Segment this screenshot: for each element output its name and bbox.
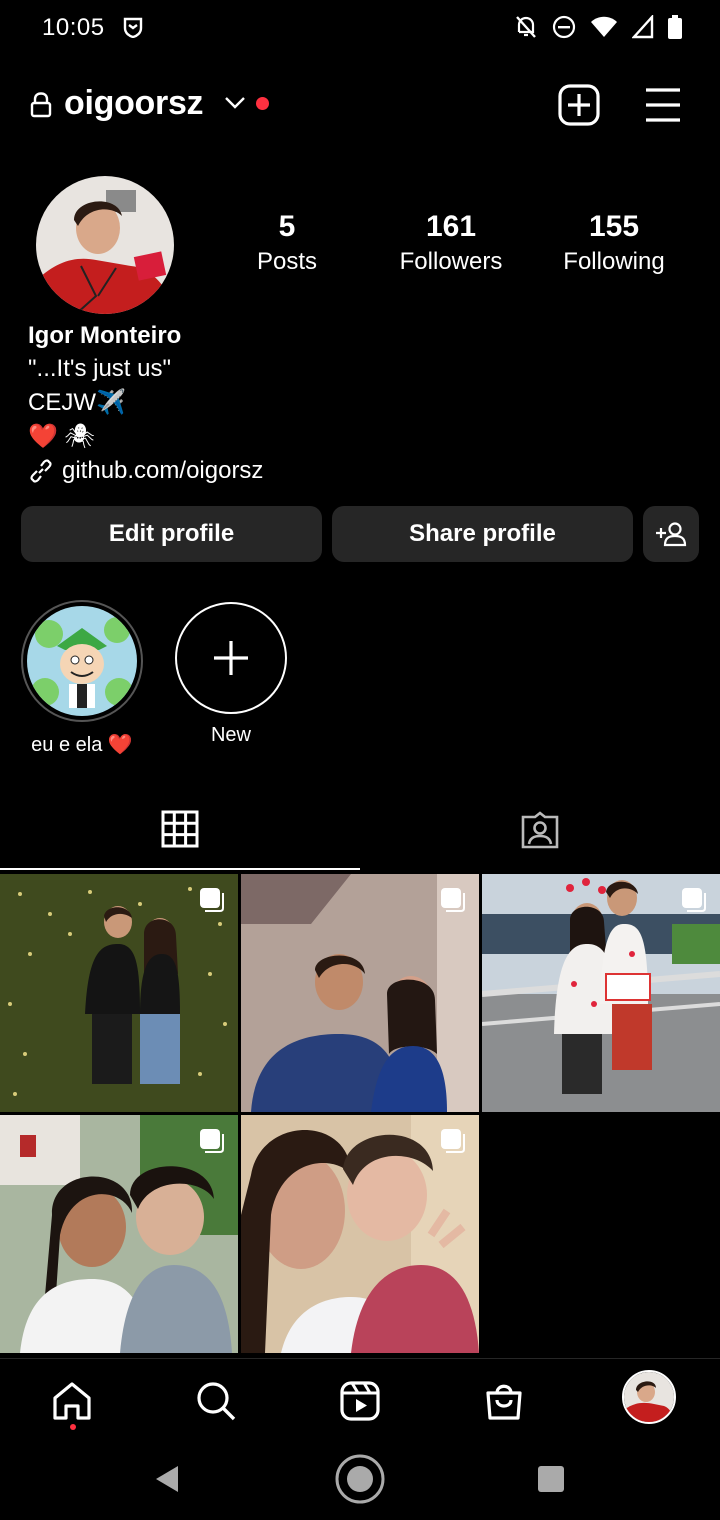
- menu-icon[interactable]: [642, 86, 684, 124]
- signal-icon: [632, 15, 654, 39]
- profile-avatar[interactable]: [36, 176, 174, 314]
- tab-posts-grid[interactable]: [0, 790, 360, 870]
- search-icon: [197, 1382, 236, 1421]
- followers-count[interactable]: 161 Followers: [371, 210, 531, 276]
- profile-link[interactable]: github.com/oigorsz: [28, 454, 688, 488]
- profile-header: oigoorsz: [0, 72, 720, 136]
- account-username[interactable]: oigoorsz: [64, 84, 204, 123]
- status-time: 10:05: [42, 14, 105, 41]
- following-count-label: Following: [563, 248, 665, 275]
- new-highlight[interactable]: New: [169, 600, 293, 747]
- new-highlight-ring: [175, 602, 287, 714]
- post-thumbnail[interactable]: [482, 874, 720, 1112]
- posts-count[interactable]: 5 Posts: [207, 210, 367, 276]
- battery-icon: [668, 15, 682, 39]
- discover-people-button[interactable]: [643, 506, 699, 562]
- notification-dot: [256, 97, 269, 110]
- following-count-value: 155: [588, 210, 640, 243]
- carousel-icon: [441, 888, 465, 912]
- tab-tagged[interactable]: [360, 790, 720, 870]
- back-icon[interactable]: [154, 1464, 180, 1494]
- share-profile-button[interactable]: Share profile: [332, 506, 633, 562]
- nav-shop[interactable]: [480, 1377, 528, 1425]
- recents-icon[interactable]: [537, 1465, 565, 1493]
- post-thumbnail[interactable]: [0, 874, 238, 1112]
- add-user-icon: [656, 522, 687, 547]
- profile-tabs: [0, 790, 720, 870]
- posts-count-value: 5: [278, 210, 296, 243]
- carousel-icon: [682, 888, 706, 912]
- highlight-item[interactable]: eu e ela ❤️: [20, 600, 144, 757]
- bio-line: "...It's just us": [28, 355, 171, 382]
- do-not-disturb-icon: [552, 15, 576, 39]
- carousel-icon: [441, 1129, 465, 1153]
- shop-icon: [486, 1384, 522, 1420]
- home-notification-dot: [70, 1424, 76, 1430]
- wifi-icon: [591, 16, 617, 37]
- highlight-label: eu e ela ❤️: [31, 734, 133, 756]
- following-count[interactable]: 155 Following: [534, 210, 694, 276]
- carousel-icon: [200, 1129, 224, 1153]
- link-icon: [30, 459, 52, 483]
- bell-off-icon: [516, 16, 536, 38]
- nav-home[interactable]: [48, 1377, 96, 1425]
- tagged-icon: [521, 811, 559, 849]
- lock-icon: [30, 92, 52, 118]
- followers-count-label: Followers: [399, 248, 503, 275]
- profile-link-text[interactable]: github.com/oigorsz: [62, 454, 263, 488]
- create-post-icon[interactable]: [558, 84, 600, 126]
- posts-count-label: Posts: [256, 248, 318, 275]
- post-thumbnail[interactable]: [0, 1115, 238, 1353]
- profile-bio: Igor Monteiro "...It's just us" CEJW✈️ ❤…: [28, 320, 688, 488]
- system-navigation-bar: [0, 1440, 720, 1520]
- grid-icon: [161, 810, 199, 848]
- bottom-navigation: [0, 1358, 720, 1438]
- followers-count-value: 161: [425, 210, 477, 243]
- carousel-icon: [200, 888, 224, 912]
- shield-icon: [123, 17, 143, 38]
- profile-name: Igor Monteiro: [28, 322, 182, 349]
- edit-profile-button[interactable]: Edit profile: [21, 506, 322, 562]
- home-button-icon[interactable]: [334, 1453, 386, 1505]
- bio-line: CEJW✈️: [28, 389, 126, 416]
- nav-search[interactable]: [192, 1377, 240, 1425]
- bio-line: ❤️ 🕷: [28, 423, 96, 450]
- post-thumbnail[interactable]: [241, 1115, 479, 1353]
- highlight-ring: [21, 600, 143, 722]
- highlight-label: New: [210, 724, 251, 746]
- status-bar: 10:05: [0, 0, 720, 56]
- highlight-cover: [27, 606, 137, 716]
- nav-reels[interactable]: [336, 1377, 384, 1425]
- plus-icon: [214, 641, 248, 675]
- chevron-down-icon[interactable]: [224, 96, 246, 110]
- nav-profile-avatar[interactable]: [622, 1370, 676, 1424]
- reels-icon: [340, 1381, 380, 1421]
- home-icon: [53, 1382, 91, 1420]
- post-thumbnail[interactable]: [241, 874, 479, 1112]
